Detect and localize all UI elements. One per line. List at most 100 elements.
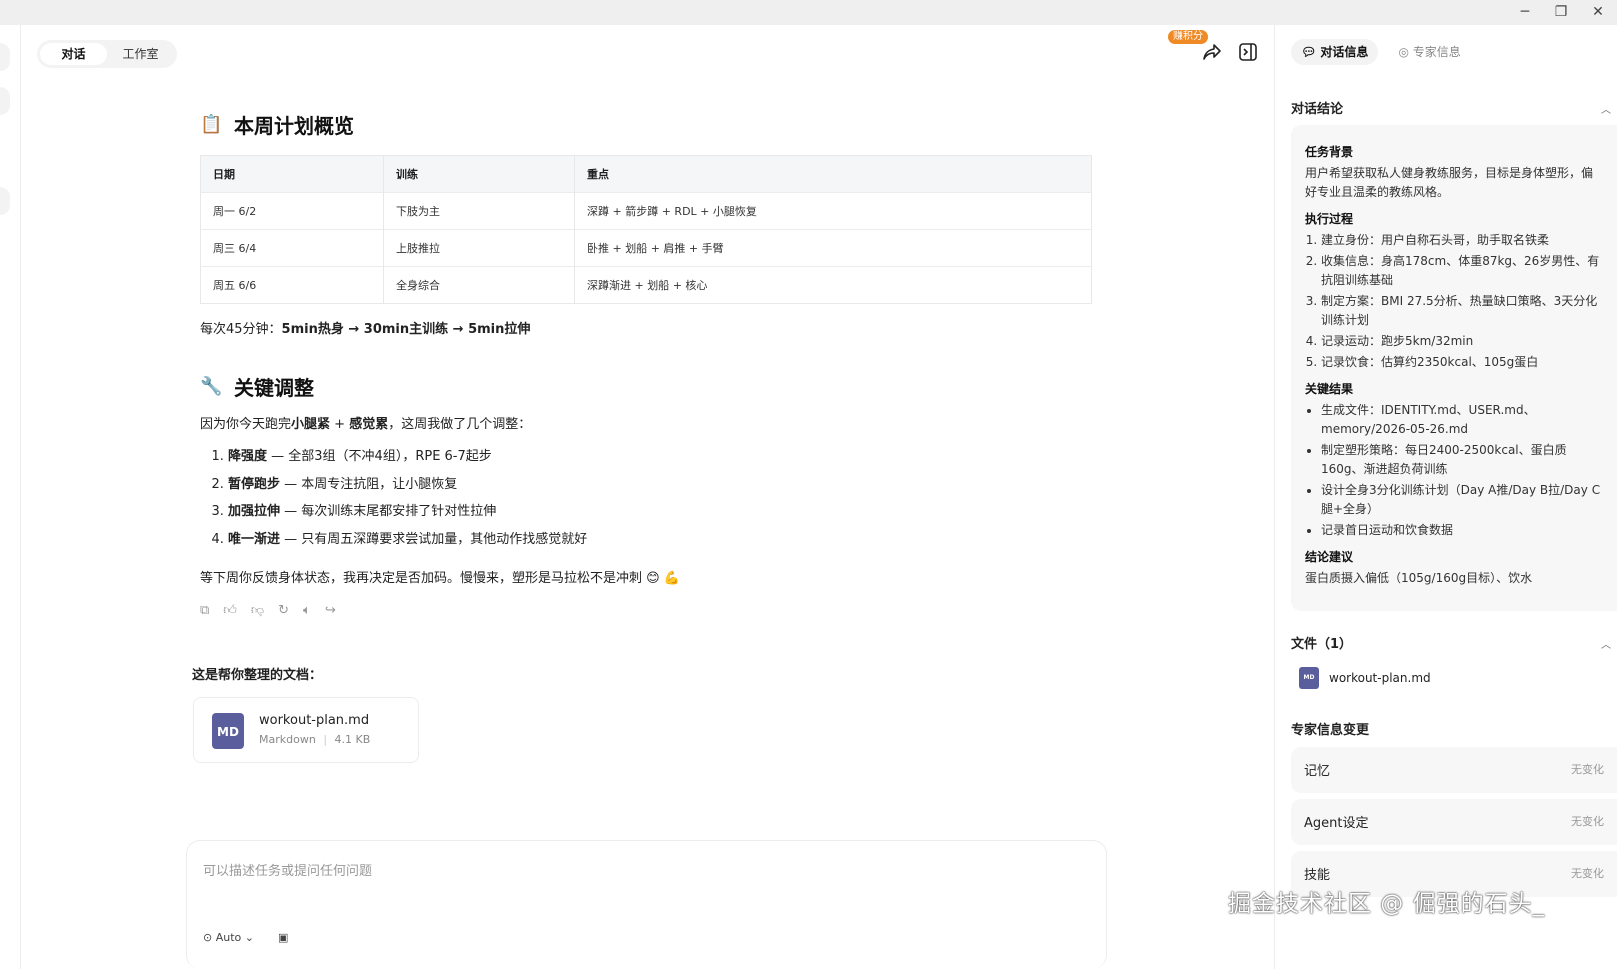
file-name: workout-plan.md bbox=[1329, 671, 1431, 685]
list-item: 加强拉伸 — 每次训练末尾都安排了针对性拉伸 bbox=[228, 498, 1100, 526]
file-list-item[interactable]: MD workout-plan.md bbox=[1299, 667, 1431, 689]
markdown-file-icon: MD bbox=[1299, 667, 1319, 689]
sidebar-handle[interactable] bbox=[0, 187, 10, 215]
change-row-agent[interactable]: Agent设定 无变化 bbox=[1291, 799, 1617, 845]
table-cell: 深蹲 + 箭步蹲 + RDL + 小腿恢复 bbox=[574, 192, 1092, 230]
file-meta: Markdown | 4.1 KB bbox=[259, 733, 371, 746]
share-icon[interactable] bbox=[1200, 40, 1224, 64]
plan-title: 本周计划概览 bbox=[234, 114, 354, 138]
message-composer[interactable]: 可以描述任务或提问任何问题 ⊙ Auto ⌄ ▣ bbox=[186, 840, 1107, 969]
file-size: 4.1 KB bbox=[334, 733, 371, 746]
intro-bold: 感觉累 bbox=[349, 417, 389, 432]
intro-text: ，这周我做了几个调整： bbox=[388, 417, 532, 432]
tab-label: 专家信息 bbox=[1412, 45, 1461, 59]
change-row-memory[interactable]: 记忆 无变化 bbox=[1291, 747, 1617, 793]
clipboard-icon: 📋 bbox=[200, 114, 223, 135]
top-actions bbox=[1200, 40, 1260, 64]
item-text: — 只有周五深蹲要求尝试加量，其他动作找感觉就好 bbox=[280, 531, 588, 547]
process-list: 建立身份：用户自称石头哥，助手取名铁柔 收集信息：身高178cm、体重87kg、… bbox=[1305, 231, 1604, 372]
list-item: 生成文件：IDENTITY.md、USER.md、memory/2026-05-… bbox=[1321, 401, 1604, 439]
tab-chat-info[interactable]: 💬︎ 对话信息 bbox=[1291, 39, 1379, 65]
advice-text: 蛋白质摄入偏低（105g/160g目标）、饮水 bbox=[1305, 571, 1533, 585]
mode-selector[interactable]: ⊙ Auto ⌄ bbox=[203, 931, 254, 944]
change-value: 无变化 bbox=[1571, 815, 1604, 828]
changes-section-title: 专家信息变更 bbox=[1291, 723, 1370, 738]
adjust-title: 关键调整 bbox=[234, 376, 314, 400]
file-type: Markdown bbox=[259, 733, 316, 746]
plan-table: 日期 训练 重点 周一 6/2 下肢为主 深蹲 + 箭步蹲 + RDL + 小腿… bbox=[200, 155, 1092, 304]
list-item: 记录饮食：估算约2350kcal、105g蛋白 bbox=[1321, 353, 1604, 372]
thumbs-up-icon[interactable]: 👍︎ bbox=[223, 603, 237, 618]
list-item: 制定塑形策略：每日2400-2500kcal、蛋白质160g、渐进超负荷训练 bbox=[1321, 441, 1604, 479]
table-header: 重点 bbox=[574, 155, 1092, 193]
item-text: — 全部3组（不冲4组），RPE 6-7起步 bbox=[267, 449, 492, 464]
list-item: 暂停跑步 — 本周专注抗阻，让小腿恢复 bbox=[228, 471, 1100, 499]
left-sidebar-strip bbox=[0, 25, 21, 969]
session-prefix: 每次45分钟： bbox=[200, 322, 282, 337]
list-item: 制定方案：BMI 27.5分析、热量缺口策略、3天分化训练计划 bbox=[1321, 292, 1604, 330]
item-bold: 加强拉伸 bbox=[228, 504, 281, 519]
adjust-intro: 因为你今天跑完小腿紧 + 感觉累，这周我做了几个调整： bbox=[200, 415, 1100, 435]
chevron-up-icon[interactable]: ︿ bbox=[1601, 101, 1611, 116]
table-cell: 全身综合 bbox=[383, 266, 575, 304]
speaker-icon[interactable]: 🔈︎ bbox=[303, 603, 311, 618]
sidebar-handle[interactable] bbox=[0, 43, 10, 71]
session-structure: 5min热身 → 30min主训练 → 5min拉伸 bbox=[281, 322, 531, 337]
watermark: 掘金技术社区 @ 倔强的石头_ bbox=[1228, 891, 1546, 917]
list-item: 建立身份：用户自称石头哥，助手取名铁柔 bbox=[1321, 231, 1604, 250]
maximize-icon[interactable]: ❐ bbox=[1544, 2, 1578, 22]
message-actions: ⧉ 👍︎ 👎︎ ↻ 🔈︎ ↪ bbox=[200, 603, 1100, 618]
advice-title: 结论建议 bbox=[1305, 550, 1354, 564]
item-text: — 每次训练末尾都安排了针对性拉伸 bbox=[280, 504, 497, 519]
file-name: workout-plan.md bbox=[259, 713, 370, 728]
tab-studio[interactable]: 工作室 bbox=[107, 43, 174, 65]
table-header: 日期 bbox=[200, 155, 384, 193]
chat-message: 📋 本周计划概览 日期 训练 重点 周一 6/2 下肢为主 深蹲 + 箭步蹲 +… bbox=[200, 110, 1100, 618]
regenerate-icon[interactable]: ↻ bbox=[278, 603, 289, 618]
forward-icon[interactable]: ↪ bbox=[325, 603, 336, 618]
window-titlebar: ─ ❐ ✕ bbox=[0, 0, 1617, 25]
tab-expert-info[interactable]: ◎ 专家信息 bbox=[1388, 39, 1470, 65]
item-bold: 降强度 bbox=[228, 449, 268, 464]
copy-icon[interactable]: ⧉ bbox=[200, 603, 209, 618]
result-title: 关键结果 bbox=[1305, 382, 1354, 396]
list-item: 唯一渐进 — 只有周五深蹲要求尝试加量，其他动作找感觉就好 bbox=[228, 526, 1100, 554]
tab-chat[interactable]: 对话 bbox=[40, 43, 107, 65]
composer-input[interactable]: 可以描述任务或提问任何问题 bbox=[203, 860, 372, 879]
adjust-list: 降强度 — 全部3组（不冲4组），RPE 6-7起步 暂停跑步 — 本周专注抗阻… bbox=[200, 443, 1100, 553]
markdown-file-icon: MD bbox=[212, 713, 244, 749]
bg-text: 用户希望获取私人健身教练服务，目标是身体塑形，偏好专业且温柔的教练风格。 bbox=[1305, 166, 1594, 199]
doc-title: 这是帮你整理的文档： bbox=[192, 668, 323, 683]
minimize-icon[interactable]: ─ bbox=[1508, 2, 1542, 22]
bg-title: 任务背景 bbox=[1305, 145, 1354, 159]
close-icon[interactable]: ✕ bbox=[1581, 2, 1615, 22]
chevron-up-icon[interactable]: ︿ bbox=[1601, 636, 1611, 651]
change-label: 记忆 bbox=[1304, 764, 1331, 779]
mode-label: Auto bbox=[215, 931, 242, 944]
toggle-panel-icon[interactable] bbox=[1236, 40, 1260, 64]
item-bold: 唯一渐进 bbox=[228, 531, 281, 547]
table-cell: 周三 6/4 bbox=[200, 229, 384, 267]
right-panel: 💬︎ 对话信息 ◎ 专家信息 对话结论 ︿ 任务背景 用户希望获取私人健身教练服… bbox=[1274, 25, 1617, 969]
thumbs-down-icon[interactable]: 👎︎ bbox=[251, 603, 264, 618]
tab-label: 对话信息 bbox=[1320, 45, 1369, 59]
files-section-title: 文件（1） bbox=[1291, 637, 1353, 652]
process-title: 执行过程 bbox=[1305, 212, 1354, 226]
file-card[interactable]: MD workout-plan.md Markdown | 4.1 KB bbox=[193, 697, 419, 763]
sidebar-handle[interactable] bbox=[0, 87, 10, 115]
change-label: 技能 bbox=[1304, 868, 1331, 883]
intro-text: + bbox=[330, 417, 350, 432]
closing-text: 等下周你反馈身体状态，我再决定是否加码。慢慢来，塑形是马拉松不是冲刺 😊 💪 bbox=[200, 571, 681, 586]
table-cell: 周五 6/6 bbox=[200, 266, 384, 304]
intro-text: 因为你今天跑完 bbox=[200, 417, 292, 432]
list-item: 设计全身3分化训练计划（Day A推/Day B拉/Day C腿+全身） bbox=[1321, 481, 1604, 519]
item-text: — 本周专注抗阻，让小腿恢复 bbox=[280, 476, 458, 492]
result-list: 生成文件：IDENTITY.md、USER.md、memory/2026-05-… bbox=[1305, 401, 1604, 540]
right-tabs: 💬︎ 对话信息 ◎ 专家信息 bbox=[1291, 39, 1471, 65]
list-item: 记录运动：跑步5km/32min bbox=[1321, 332, 1604, 351]
attachment-icon[interactable]: ▣ bbox=[278, 931, 288, 944]
intro-bold: 小腿紧 bbox=[291, 417, 331, 432]
composer-toolbar: ⊙ Auto ⌄ ▣ bbox=[203, 931, 288, 944]
table-cell: 周一 6/2 bbox=[200, 192, 384, 230]
change-label: Agent设定 bbox=[1304, 816, 1369, 831]
